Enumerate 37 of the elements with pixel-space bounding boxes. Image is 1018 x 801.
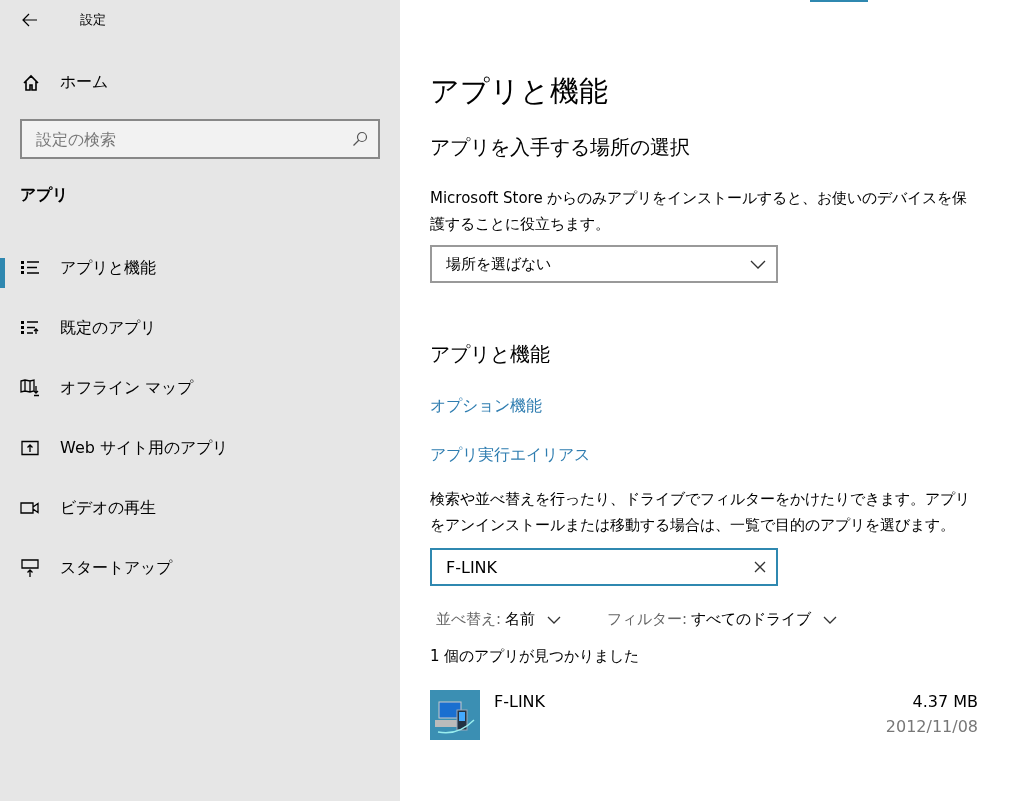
- window-title: 設定: [80, 11, 106, 29]
- page-title: アプリと機能: [430, 73, 608, 110]
- nav-item[interactable]: Web サイト用のアプリ: [0, 418, 400, 478]
- sort-dropdown[interactable]: 並べ替え: 名前: [430, 610, 562, 629]
- chevron-down-icon: [823, 615, 838, 624]
- section-heading: アプリ: [20, 185, 68, 206]
- filter-dropdown[interactable]: フィルター: すべてのドライブ: [601, 610, 838, 629]
- back-arrow-icon[interactable]: [22, 13, 38, 27]
- link[interactable]: アプリ実行エイリアス: [430, 445, 590, 466]
- laptop-phone-icon: [430, 690, 480, 740]
- list-arrow-icon: [20, 320, 40, 336]
- nav-item[interactable]: オフライン マップ: [0, 358, 400, 418]
- section-heading: アプリと機能: [430, 341, 550, 368]
- close-icon[interactable]: [754, 561, 766, 573]
- search-icon: [352, 131, 368, 147]
- description-text: Microsoft Store からのみアプリをインストールすると、お使いのデバイスを保護することに役立ちます。: [430, 188, 969, 235]
- home-link[interactable]: ホーム: [22, 72, 108, 93]
- section-heading: アプリを入手する場所の選択: [430, 134, 690, 161]
- video-camera-icon: [20, 501, 40, 515]
- link[interactable]: オプション機能: [430, 396, 542, 417]
- list-icon: [20, 260, 40, 276]
- search-field[interactable]: 設定の検索: [20, 119, 380, 159]
- source-dropdown[interactable]: 場所を選ばない: [430, 245, 778, 283]
- nav-item[interactable]: スタートアップ: [0, 538, 400, 598]
- home-icon: [22, 73, 40, 92]
- app-search-field[interactable]: F-LINK: [430, 548, 778, 586]
- nav-item[interactable]: ビデオの再生: [0, 478, 400, 538]
- map-download-icon: [20, 379, 40, 397]
- window-arrow-icon: [20, 440, 40, 456]
- nav-item[interactable]: 既定のアプリ: [0, 298, 400, 358]
- chevron-down-icon: [547, 615, 562, 624]
- chevron-down-icon: [750, 259, 766, 269]
- nav-item[interactable]: アプリと機能: [0, 238, 400, 298]
- result-count: 1 個のアプリが見つかりました: [430, 647, 640, 666]
- monitor-arrow-icon: [20, 559, 40, 577]
- app-list-item[interactable]: F-LINK 4.37 MB 2012/11/08: [430, 690, 978, 740]
- description-text: 検索や並べ替えを行ったり、ドライブでフィルターをかけたりできます。アプリをアンインストールまたは移動する場合は、一覧で目的のアプリを選びます。: [430, 489, 971, 536]
